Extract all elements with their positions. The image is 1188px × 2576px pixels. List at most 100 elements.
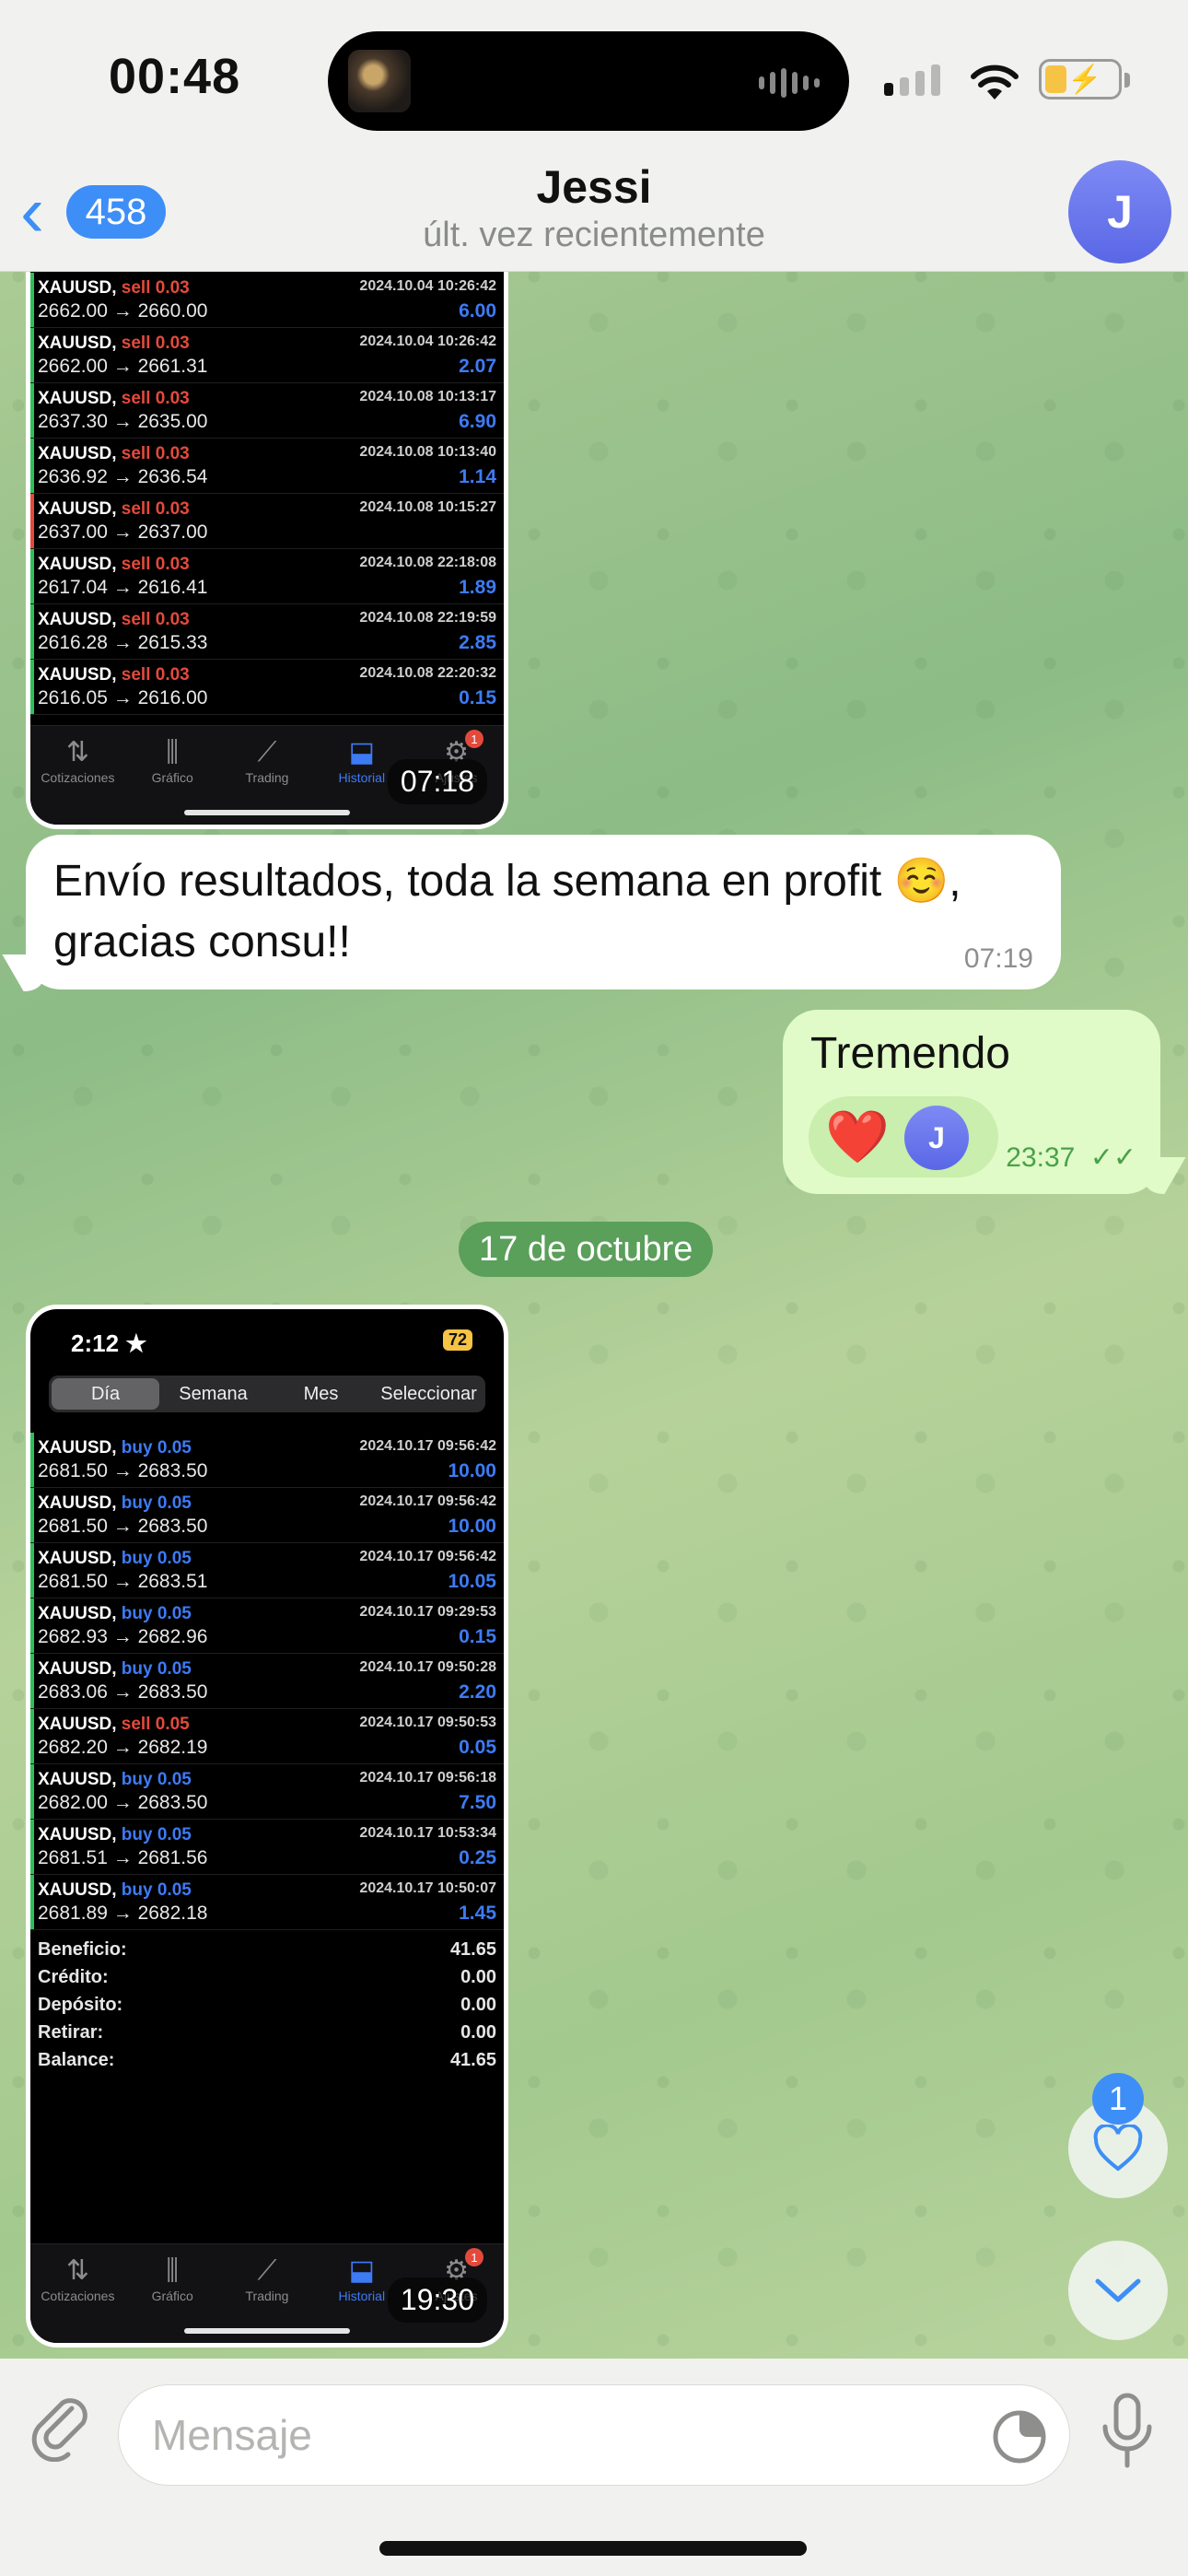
outgoing-message[interactable]: Tremendo ❤️ J 23:37 ✓✓ — [783, 1010, 1160, 1194]
embedded-battery: 72 — [442, 1329, 472, 1351]
double-check-icon: ✓✓ — [1089, 1142, 1136, 1173]
trade-symbol: XAUUSD, sell 0.05 — [38, 1715, 190, 1734]
trade-symbol: XAUUSD, buy 0.05 — [38, 1880, 192, 1900]
reactions-count-badge: 1 — [1092, 2073, 1144, 2125]
trade-date: 2024.10.17 09:56:18 — [359, 1770, 496, 1786]
wifi-icon — [971, 64, 1019, 100]
trade-date: 2024.10.04 10:26:42 — [359, 334, 496, 349]
scroll-down-button[interactable] — [1068, 2241, 1168, 2340]
trade-profit: 0.25 — [459, 1847, 496, 1868]
tab-label: Historial — [338, 2289, 386, 2303]
trade-prices: 2682.20 → 2682.19 — [38, 1737, 208, 1758]
tab-icon: ⇅ — [65, 737, 89, 767]
trade-profit: 2.85 — [459, 632, 496, 653]
trade-side-bar — [30, 1764, 34, 1819]
trade-symbol: XAUUSD, sell 0.03 — [38, 334, 190, 353]
chat-avatar[interactable]: J — [1068, 160, 1171, 263]
trade-symbol: XAUUSD, sell 0.03 — [38, 665, 190, 685]
trade-symbol: XAUUSD, sell 0.03 — [38, 610, 190, 629]
summary-row: Depósito: 0.00 — [38, 1995, 496, 2022]
heart-outline-icon — [1093, 2125, 1143, 2172]
trade-prices: 2682.00 → 2683.50 — [38, 1792, 208, 1813]
trade-date: 2024.10.08 22:20:32 — [359, 665, 496, 681]
message-text: Tremendo — [810, 1029, 1010, 1078]
chat-title[interactable]: Jessi — [0, 160, 1188, 214]
battery-icon: ⚡ — [1039, 59, 1130, 100]
trade-date: 2024.10.04 10:26:42 — [359, 278, 496, 294]
trade-prices: 2682.93 → 2682.96 — [38, 1626, 208, 1647]
trade-side-bar — [30, 1875, 34, 1929]
tab-label: Trading — [245, 770, 289, 785]
tab-icon: ⬓ — [348, 2255, 375, 2286]
chat-header-bar: ‹ 458 Jessi últ. vez recientemente J — [0, 157, 1188, 272]
trade-prices: 2662.00 → 2660.00 — [38, 300, 208, 322]
trade-row: XAUUSD, buy 0.05 2024.10.17 10:50:07 2681.… — [30, 1875, 504, 1930]
message-field[interactable] — [118, 2384, 1070, 2486]
trade-date: 2024.10.17 09:50:53 — [359, 1715, 496, 1730]
trade-side-bar — [30, 604, 34, 659]
trade-date: 2024.10.08 10:15:27 — [359, 499, 496, 515]
now-playing-artwork — [348, 50, 411, 112]
tab-label: Gráfico — [151, 2289, 193, 2303]
trade-row: XAUUSD, buy 0.05 2024.10.17 09:56:42 2681.… — [30, 1543, 504, 1598]
trade-side-bar — [30, 439, 34, 493]
dynamic-island[interactable] — [328, 31, 849, 131]
chevron-down-icon — [1095, 2278, 1141, 2302]
trade-profit: 1.89 — [459, 577, 496, 598]
trade-symbol: XAUUSD, buy 0.05 — [38, 1438, 192, 1458]
trade-profit: 6.00 — [459, 300, 496, 322]
trade-side-bar — [30, 273, 34, 327]
trade-date: 2024.10.17 09:29:53 — [359, 1604, 496, 1620]
home-indicator — [184, 810, 350, 815]
incoming-message[interactable]: Envío resultados, toda la semana en prof… — [26, 835, 1061, 989]
settings-badge: 1 — [464, 730, 483, 748]
message-input[interactable] — [152, 2385, 981, 2485]
trade-profit: 1.14 — [459, 466, 496, 487]
trade-prices: 2681.50 → 2683.50 — [38, 1460, 208, 1481]
trade-date: 2024.10.17 09:56:42 — [359, 1549, 496, 1564]
trade-prices: 2662.00 → 2661.31 — [38, 356, 208, 377]
app-tab: ⇅ Cotizaciones — [30, 726, 125, 825]
trade-symbol: XAUUSD, buy 0.05 — [38, 1825, 192, 1844]
summary-row: Balance: 41.65 — [38, 2050, 496, 2078]
trade-symbol: XAUUSD, sell 0.03 — [38, 444, 190, 463]
trade-date: 2024.10.17 09:50:28 — [359, 1659, 496, 1675]
summary-label: Crédito: — [38, 1967, 109, 1987]
summary-value: 0.00 — [460, 2022, 496, 2043]
tab-label: Trading — [245, 2289, 289, 2303]
chat-subtitle: últ. vez recientemente — [423, 216, 765, 254]
tab-label: Cotizaciones — [41, 770, 115, 785]
tab-icon: ⟋ — [257, 2255, 277, 2286]
trade-prices: 2616.28 → 2615.33 — [38, 632, 208, 653]
sticker-icon[interactable] — [990, 2407, 1049, 2466]
trade-row: XAUUSD, buy 0.05 2024.10.17 09:56:18 2682.… — [30, 1764, 504, 1820]
audio-wave-icon — [759, 68, 820, 98]
segment-option: Seleccionar — [380, 1383, 477, 1404]
summary-row: Crédito: 0.00 — [38, 1967, 496, 1995]
paperclip-icon[interactable] — [28, 2388, 92, 2462]
trade-side-bar — [30, 1433, 34, 1487]
period-segmented-control: Día Semana Mes Seleccionar — [49, 1376, 485, 1412]
trade-row: XAUUSD, sell 0.03 2024.10.08 22:18:08 2617… — [30, 549, 504, 604]
trade-side-bar — [30, 494, 34, 548]
trade-symbol: XAUUSD, buy 0.05 — [38, 1659, 192, 1679]
trade-row: XAUUSD, sell 0.03 2024.10.04 10:26:42 2662… — [30, 328, 504, 383]
trade-row: XAUUSD, sell 0.03 2024.10.08 10:13:17 2637… — [30, 383, 504, 439]
trade-date: 2024.10.17 09:56:42 — [359, 1493, 496, 1509]
status-bar: 00:48 ⚡ — [0, 0, 1188, 157]
microphone-icon[interactable] — [1098, 2392, 1157, 2471]
trade-side-bar — [30, 1709, 34, 1763]
image-message-2[interactable]: 2:12 ★ 72 Día Semana Mes Seleccionar XAUUSD… — [26, 1305, 508, 2348]
message-text: Envío resultados, toda la semana en prof… — [53, 857, 961, 966]
clock: 00:48 — [109, 49, 241, 104]
trade-side-bar — [30, 1543, 34, 1598]
home-indicator[interactable] — [379, 2541, 807, 2556]
trade-side-bar — [30, 383, 34, 438]
image-message-1[interactable]: XAUUSD, sell 0.03 2024.10.04 10:26:42 2662… — [26, 221, 508, 829]
message-reaction[interactable]: ❤️ J — [809, 1096, 998, 1177]
trade-prices: 2637.00 → 2637.00 — [38, 521, 208, 543]
trade-prices: 2683.06 → 2683.50 — [38, 1681, 208, 1703]
trade-profit: 6.90 — [459, 411, 496, 432]
trade-row: XAUUSD, sell 0.05 2024.10.17 09:50:53 2682… — [30, 1709, 504, 1764]
trade-profit: 7.50 — [459, 1792, 496, 1813]
